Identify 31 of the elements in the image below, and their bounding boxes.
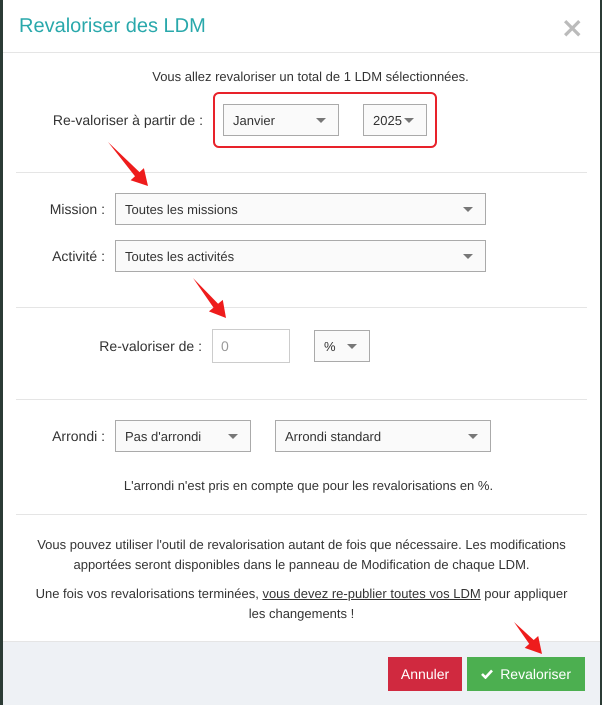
field-label: Re-valoriser de : <box>98 338 203 354</box>
select-dropdown[interactable]: Pas d'arrondi <box>115 420 251 452</box>
select-dropdown[interactable]: Janvier <box>223 104 339 136</box>
select-dropdown[interactable]: % <box>314 330 370 362</box>
caret-icon <box>463 206 473 212</box>
caret-icon <box>316 118 326 122</box>
cancel-button[interactable]: Annuler <box>388 656 462 690</box>
republish-link[interactable]: vous devez re-publier toutes vos LDM <box>262 586 481 601</box>
caret-icon <box>463 254 473 258</box>
field-label: Activité : <box>51 248 106 264</box>
intro-text: Vous allez revaloriser un total de 1 LDM sélectionnées. <box>151 69 470 84</box>
info-paragraph: Vous pouvez utiliser l'outil de revalorisation autant de fois que nécessaire. Les modifications apportées seront disponibles dans le panneau de Modification de chaque LDM. <box>36 536 567 574</box>
field-label: Arrondi : <box>51 428 106 444</box>
annotation-arrow <box>193 278 226 318</box>
field-label: Mission : <box>48 201 106 217</box>
caret-icon <box>347 344 357 348</box>
caret-icon <box>468 434 478 438</box>
amount-input[interactable]: 0 <box>212 329 290 363</box>
annotation-arrow <box>108 142 148 186</box>
rounding-note: L'arrondi n'est pris en compte que pour les revalorisations en %. <box>122 478 494 493</box>
annotation-arrow <box>514 622 542 654</box>
select-dropdown[interactable]: Arrondi standard <box>275 420 491 452</box>
select-dropdown[interactable]: Toutes les missions <box>115 193 486 225</box>
caret-icon <box>404 118 414 122</box>
check-icon <box>481 668 494 678</box>
select-dropdown[interactable]: 2025 <box>363 104 427 136</box>
field-label: Re-valoriser à partir de : <box>52 112 204 128</box>
select-dropdown[interactable]: Toutes les activités <box>115 240 486 272</box>
caret-icon <box>228 434 238 438</box>
dialog-title: Revaloriser des LDM <box>19 14 206 38</box>
info-paragraph: Une fois vos revalorisations terminées, vous devez re-publier toutes vos LDM pour appliquer les changements ! <box>34 585 568 623</box>
